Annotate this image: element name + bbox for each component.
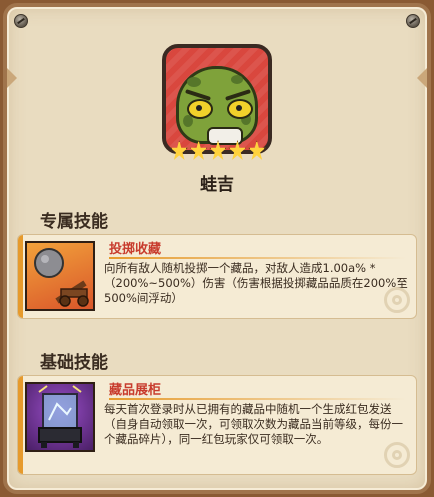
basic-skill-card[interactable]: 藏品展柜 每天首次登录时从已拥有的藏品中随机一个生成红包发送（自身自动领取一次，… (17, 375, 417, 475)
basic-skill-description: 每天首次登录时从已拥有的藏品中随机一个生成红包发送（自身自动领取一次，可领取次数… (104, 402, 403, 446)
exclusive-skill-heading: 专属技能 (40, 212, 108, 232)
star-icon (228, 140, 247, 161)
title-divider (109, 398, 406, 400)
hero-name: 蛙吉 (200, 175, 234, 195)
display-case-icon (25, 382, 95, 452)
exclusive-skill-description: 向所有敌人随机投掷一个藏品，对敌人造成1.00a% *（200%~500%）伤害… (104, 261, 408, 305)
corner-bolt-icon (406, 14, 420, 28)
exclusive-skill-name: 投掷收藏 (109, 242, 162, 257)
swirl-ornament-icon (384, 442, 410, 468)
title-divider (109, 257, 406, 259)
swirl-ornament-icon (384, 287, 410, 313)
star-rating (170, 140, 266, 162)
hero-portrait[interactable] (162, 44, 272, 154)
basic-skill-heading: 基础技能 (40, 353, 108, 373)
corner-bolt-icon (14, 14, 28, 28)
frame-ornament (7, 68, 17, 88)
exclusive-skill-card[interactable]: 投掷收藏 向所有敌人随机投掷一个藏品，对敌人造成1.00a% *（200%~50… (17, 234, 417, 319)
hero-skill-panel: 蛙吉 专属技能 投掷收藏 向所有敌人随机投掷一个藏品，对敌人造成1.00a% *… (0, 0, 434, 497)
frog-portrait-icon (176, 66, 258, 145)
basic-skill-name: 藏品展柜 (109, 383, 162, 398)
star-icon (247, 140, 266, 161)
star-icon (189, 140, 208, 161)
card-accent-stripe (18, 376, 23, 474)
catapult-icon (25, 241, 95, 311)
card-accent-stripe (18, 235, 23, 318)
frame-ornament (417, 68, 427, 88)
star-icon (170, 140, 189, 161)
star-icon (209, 140, 227, 161)
